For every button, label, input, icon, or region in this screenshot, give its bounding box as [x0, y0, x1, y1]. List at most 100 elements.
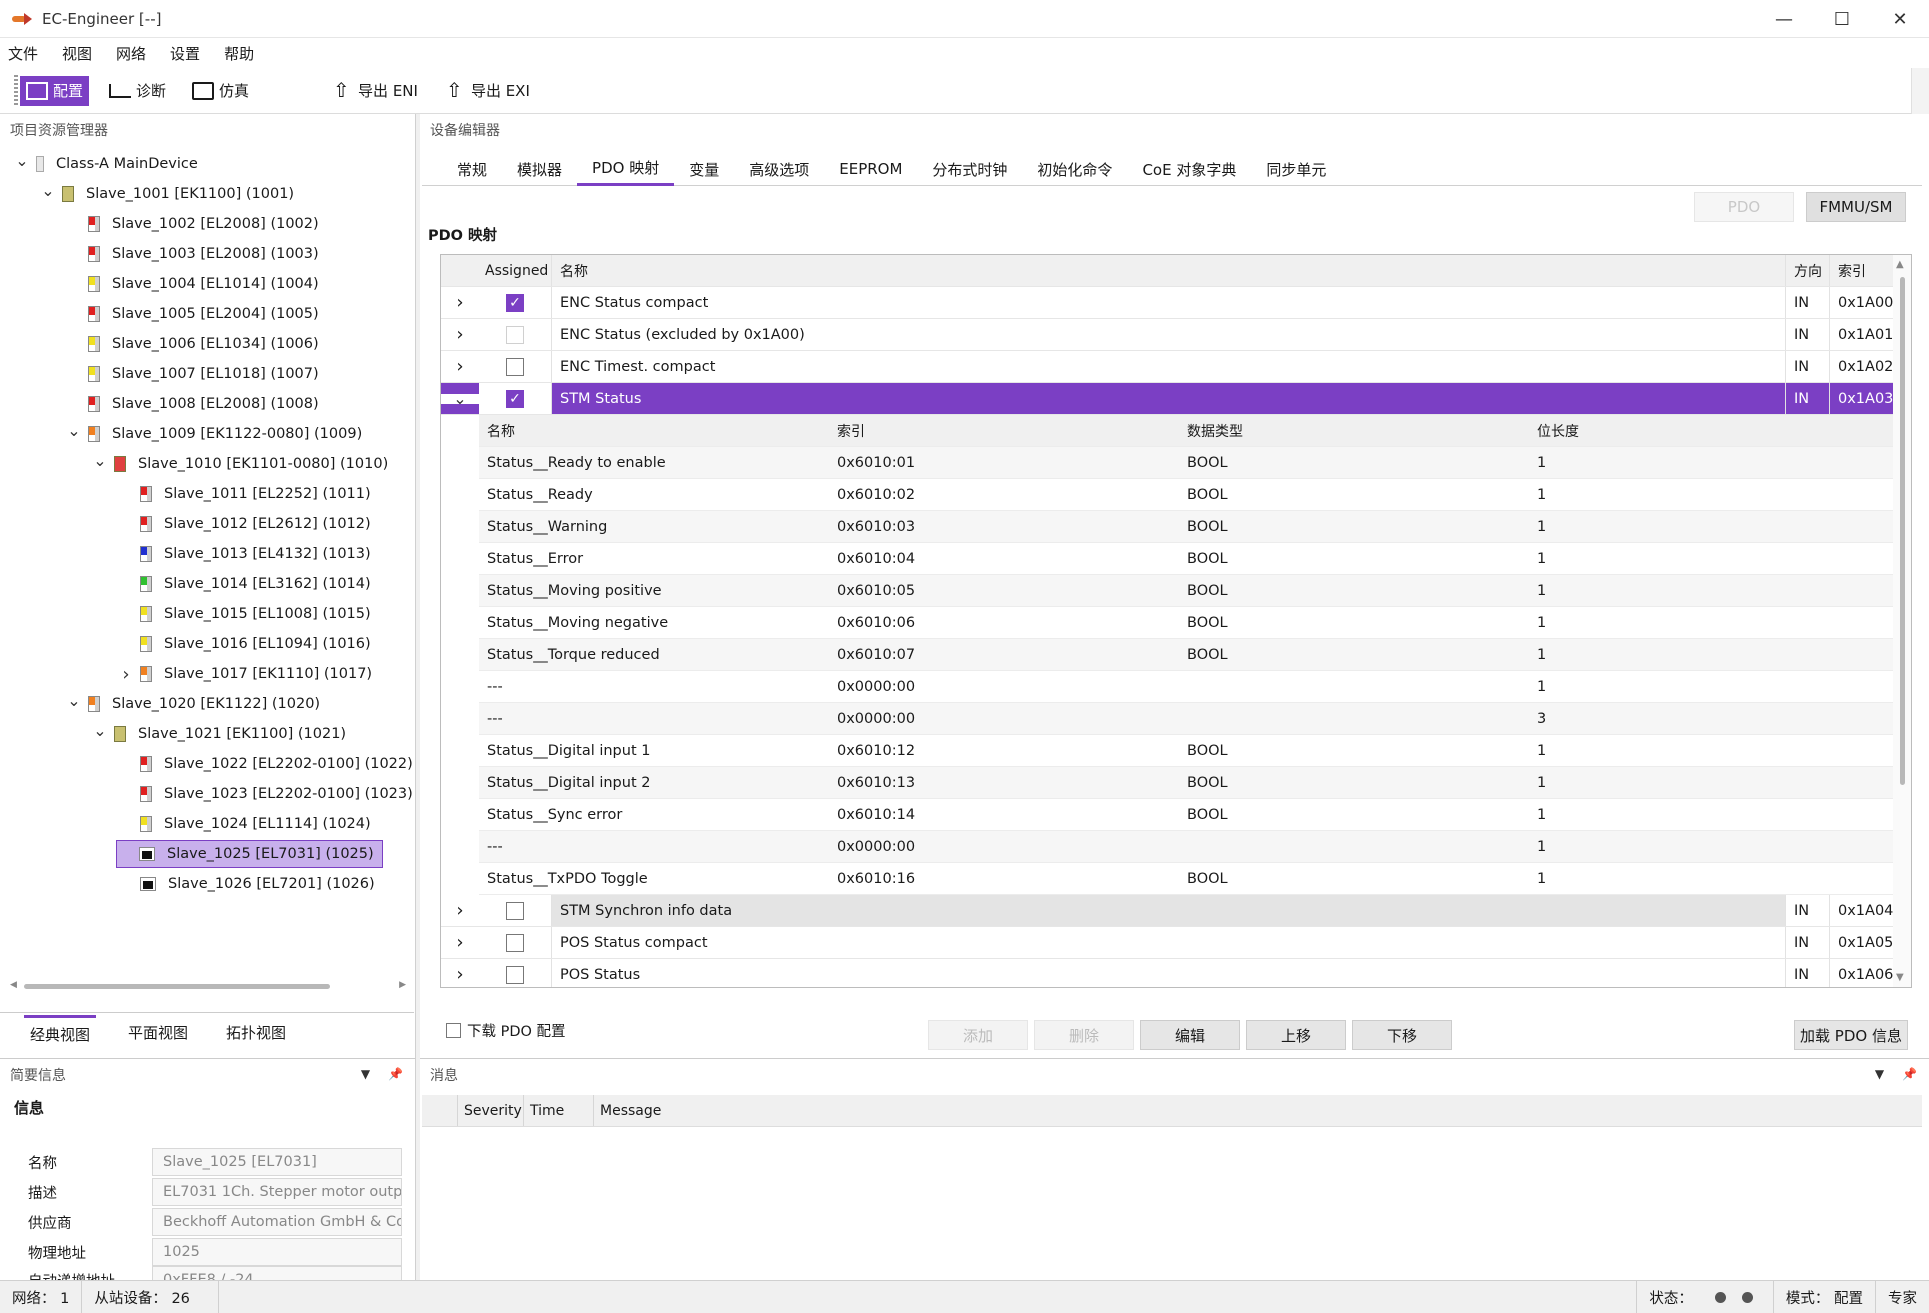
chevron-right-icon[interactable]: › — [118, 664, 134, 685]
pin-icon[interactable]: 📌 — [388, 1067, 403, 1081]
tree-node[interactable]: Slave_1004 [EL1014] (1004) — [66, 270, 319, 298]
name-field[interactable]: Slave_1025 [EL7031] — [152, 1148, 402, 1176]
menu-network[interactable]: 网络 — [116, 43, 146, 64]
tree-node[interactable]: Slave_1023 [EL2202-0100] (1023) — [118, 780, 413, 808]
chevron-right-icon[interactable]: › — [441, 356, 479, 377]
pdo-button[interactable]: PDO — [1694, 192, 1794, 222]
menu-help[interactable]: 帮助 — [224, 43, 254, 64]
simulation-mode-button[interactable]: 仿真 — [186, 76, 255, 106]
tab-editor-0[interactable]: 常规 — [442, 152, 502, 186]
tree-node[interactable]: ⌄ Slave_1020 [EK1122] (1020) — [66, 690, 320, 718]
dropdown-arrow-icon[interactable]: ▼ — [361, 1067, 370, 1081]
pdo-entry-row[interactable]: --- 0x0000:00 3 — [479, 703, 1893, 735]
column-entry-type[interactable]: 数据类型 — [1179, 421, 1529, 441]
toolbar-grip[interactable] — [14, 74, 18, 107]
chevron-down-icon[interactable]: ⌄ — [40, 181, 56, 200]
tree-node[interactable]: Slave_1014 [EL3162] (1014) — [118, 570, 371, 598]
checkbox-unchecked[interactable] — [506, 901, 524, 920]
chevron-down-icon[interactable]: ⌄ — [441, 390, 479, 406]
pdo-row[interactable]: › STM Synchron info data IN 0x1A04 — [441, 895, 1893, 927]
column-severity[interactable]: Severity — [458, 1095, 524, 1126]
tab-editor-3[interactable]: 变量 — [674, 152, 734, 186]
close-button[interactable]: ✕ — [1871, 0, 1929, 38]
tree-node[interactable]: Slave_1022 [EL2202-0100] (1022) — [118, 750, 413, 778]
tree-node[interactable]: Slave_1024 [EL1114] (1024) — [118, 810, 371, 838]
chevron-down-icon[interactable]: ⌄ — [92, 451, 108, 470]
chevron-right-icon[interactable]: › — [441, 324, 479, 345]
tree-horizontal-scrollbar[interactable]: ◀ ▶ — [10, 980, 406, 992]
chevron-right-icon[interactable]: › — [441, 964, 479, 985]
tab-editor-6[interactable]: 分布式时钟 — [917, 152, 1022, 186]
chevron-right-icon[interactable]: › — [441, 900, 479, 921]
tab-topology-view[interactable]: 拓扑视图 — [220, 1016, 292, 1049]
scroll-thumb[interactable] — [24, 984, 330, 989]
chevron-down-icon[interactable]: ⌄ — [66, 421, 82, 440]
tree-node[interactable]: Slave_1011 [EL2252] (1011) — [118, 480, 371, 508]
pdo-entry-row[interactable]: Status__Ready to enable 0x6010:01 BOOL 1 — [479, 447, 1893, 479]
column-message[interactable]: Message — [594, 1095, 1922, 1126]
pdo-row[interactable]: › ENC Status (excluded by 0x1A00) IN 0x1A01 — [441, 319, 1893, 351]
add-button[interactable]: 添加 — [928, 1020, 1028, 1050]
pdo-entry-row[interactable]: Status__Sync error 0x6010:14 BOOL 1 — [479, 799, 1893, 831]
vendor-field[interactable]: Beckhoff Automation GmbH & Co. — [152, 1208, 402, 1236]
load-pdo-info-button[interactable]: 加载 PDO 信息 — [1794, 1020, 1908, 1050]
pdo-entry-row[interactable]: --- 0x0000:00 1 — [479, 831, 1893, 863]
pdo-row[interactable]: › ENC Timest. compact IN 0x1A02 — [441, 351, 1893, 383]
chevron-down-icon[interactable]: ⌄ — [92, 721, 108, 740]
fmmu-sm-button[interactable]: FMMU/SM — [1806, 192, 1906, 222]
tab-classic-view[interactable]: 经典视图 — [24, 1014, 97, 1051]
scroll-up-icon[interactable]: ▲ — [1896, 259, 1904, 270]
checkbox-checked[interactable]: ✓ — [506, 389, 524, 408]
scroll-left-icon[interactable]: ◀ — [10, 980, 17, 990]
tree-node[interactable]: Slave_1006 [EL1034] (1006) — [66, 330, 319, 358]
pdo-entry-row[interactable]: Status__Error 0x6010:04 BOOL 1 — [479, 543, 1893, 575]
tab-editor-7[interactable]: 初始化命令 — [1022, 152, 1127, 186]
tab-editor-4[interactable]: 高级选项 — [734, 152, 824, 186]
tree-node[interactable]: Slave_1015 [EL1008] (1015) — [118, 600, 371, 628]
pdo-row[interactable]: › ✓ ENC Status compact IN 0x1A00 — [441, 287, 1893, 319]
tree-node[interactable]: ⌄ Class-A MainDevice — [14, 150, 198, 178]
download-pdo-config-checkbox[interactable]: 下载 PDO 配置 — [446, 1020, 566, 1041]
pdo-entry-row[interactable]: Status__Moving positive 0x6010:05 BOOL 1 — [479, 575, 1893, 607]
config-mode-button[interactable]: 配置 — [20, 75, 90, 106]
menu-view[interactable]: 视图 — [62, 43, 92, 64]
maximize-button[interactable]: ☐ — [1813, 0, 1871, 38]
pdo-row-selected[interactable]: ⌄ ✓ STM Status IN 0x1A03 — [441, 383, 1893, 415]
tab-editor-2[interactable]: PDO 映射 — [577, 152, 675, 186]
move-down-button[interactable]: 下移 — [1352, 1020, 1452, 1050]
tree-node[interactable]: Slave_1013 [EL4132] (1013) — [118, 540, 371, 568]
pdo-entry-row[interactable]: Status__Digital input 1 0x6010:12 BOOL 1 — [479, 735, 1893, 767]
checkbox-unchecked[interactable] — [506, 933, 524, 952]
column-name[interactable]: 名称 — [551, 255, 1785, 286]
chevron-right-icon[interactable]: › — [441, 292, 479, 313]
checkbox-box[interactable] — [446, 1023, 461, 1038]
chevron-down-icon[interactable]: ⌄ — [14, 151, 30, 170]
column-time[interactable]: Time — [524, 1095, 594, 1126]
delete-button[interactable]: 删除 — [1034, 1020, 1134, 1050]
tree-node[interactable]: Slave_1025 [EL7031] (1025) — [116, 840, 383, 868]
tree-node[interactable]: Slave_1016 [EL1094] (1016) — [118, 630, 371, 658]
tree-node[interactable]: Slave_1012 [EL2612] (1012) — [118, 510, 371, 538]
checkbox-checked[interactable]: ✓ — [506, 293, 524, 312]
pdo-row[interactable]: › POS Status IN 0x1A06 — [441, 959, 1893, 987]
edit-button[interactable]: 编辑 — [1140, 1020, 1240, 1050]
pdo-row[interactable]: › POS Status compact IN 0x1A05 — [441, 927, 1893, 959]
export-eni-button[interactable]: 导出 ENI — [325, 76, 424, 106]
pdo-entry-row[interactable]: Status__Digital input 2 0x6010:13 BOOL 1 — [479, 767, 1893, 799]
scroll-down-icon[interactable]: ▼ — [1896, 972, 1904, 983]
column-entry-name[interactable]: 名称 — [479, 421, 829, 441]
tree-node[interactable]: Slave_1005 [EL2004] (1005) — [66, 300, 319, 328]
pdo-entry-row[interactable]: Status__TxPDO Toggle 0x6010:16 BOOL 1 — [479, 863, 1893, 895]
tree-node[interactable]: ⌄ Slave_1021 [EK1100] (1021) — [92, 720, 346, 748]
pdo-entry-row[interactable]: Status__Ready 0x6010:02 BOOL 1 — [479, 479, 1893, 511]
checkbox-unchecked[interactable] — [506, 357, 524, 376]
tree-node[interactable]: Slave_1008 [EL2008] (1008) — [66, 390, 319, 418]
diagnosis-mode-button[interactable]: 诊断 — [103, 76, 172, 106]
checkbox-unchecked[interactable] — [506, 325, 524, 344]
column-assigned[interactable]: Assigned — [479, 255, 551, 286]
tab-editor-9[interactable]: 同步单元 — [1251, 152, 1341, 186]
tab-editor-1[interactable]: 模拟器 — [502, 152, 577, 186]
tab-flat-view[interactable]: 平面视图 — [122, 1016, 194, 1049]
pdo-entry-row[interactable]: Status__Torque reduced 0x6010:07 BOOL 1 — [479, 639, 1893, 671]
move-up-button[interactable]: 上移 — [1246, 1020, 1346, 1050]
